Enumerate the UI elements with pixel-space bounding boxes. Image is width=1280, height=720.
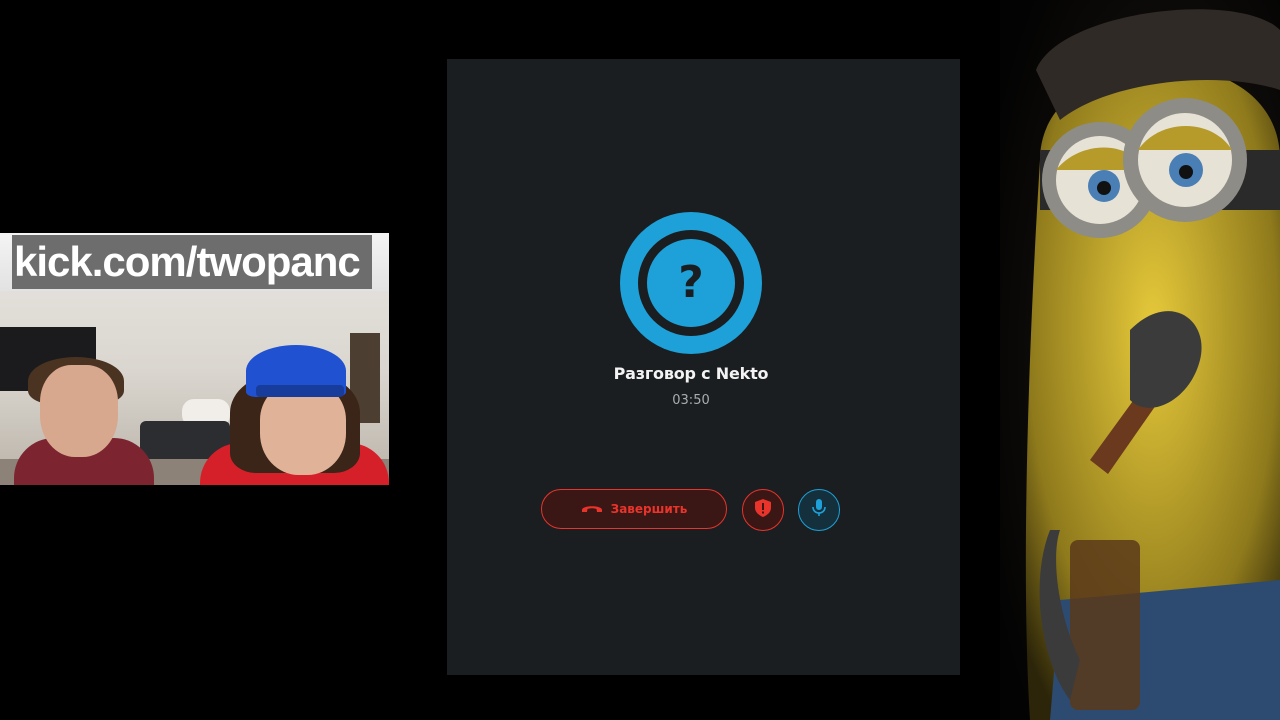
shield-alert-icon: [755, 499, 771, 521]
streamer-left-face: [40, 365, 118, 457]
minion-artwork: [1000, 0, 1280, 720]
avatar-ring-gap: ?: [638, 230, 744, 336]
question-mark-icon: ?: [678, 257, 704, 308]
call-title: Разговор с Nekto: [613, 364, 769, 383]
anonymous-avatar: ?: [620, 212, 762, 354]
microphone-toggle-button[interactable]: [798, 489, 840, 531]
streamer-right-cap-band: [256, 385, 344, 397]
phone-hangup-icon: [581, 500, 603, 519]
stream-screen: kick.com/twopanc ? Разговор с Nekto 03:5…: [0, 0, 1280, 720]
voice-call-panel: ? Разговор с Nekto 03:50 Завершить: [447, 59, 960, 675]
call-timer: 03:50: [672, 393, 710, 408]
channel-url-label: kick.com/twopanc: [12, 235, 372, 289]
microphone-icon: [812, 499, 826, 521]
end-call-button[interactable]: Завершить: [541, 489, 727, 529]
webcam-banner: kick.com/twopanc: [0, 233, 389, 291]
report-button[interactable]: [742, 489, 784, 531]
end-call-label: Завершить: [610, 502, 688, 516]
avatar-inner-circle: ?: [647, 239, 735, 327]
webcam-overlay: kick.com/twopanc: [0, 233, 389, 485]
minion-illustration: [1000, 0, 1280, 720]
